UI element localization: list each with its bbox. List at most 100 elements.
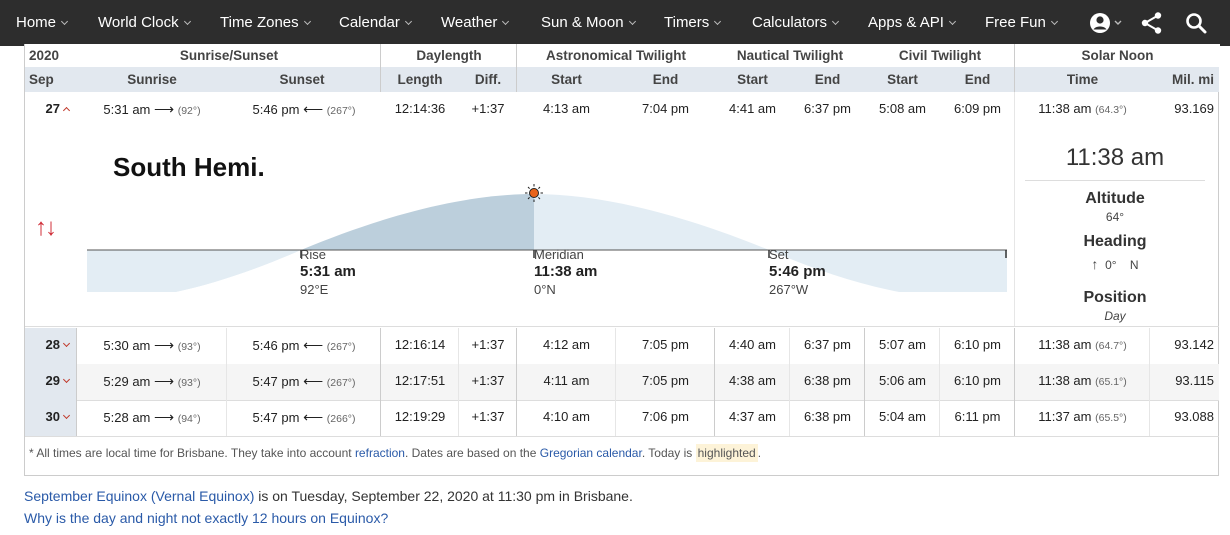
column-divider (226, 328, 227, 436)
sunrise-cell: 5:30 am ⟶ (93°) (77, 328, 227, 364)
equinox-sentence: September Equinox (Vernal Equinox) is on… (24, 488, 633, 504)
chevron-down-icon (628, 17, 636, 26)
noon-time: 11:38 am (1038, 373, 1092, 388)
nav-label: Sun & Moon (541, 14, 624, 31)
nav-calendar[interactable]: Calendar (339, 0, 412, 46)
gregorian-calendar-link[interactable]: Gregorian calendar (540, 446, 642, 460)
nav-label: Calculators (752, 14, 828, 31)
nav-label: World Clock (98, 14, 179, 31)
noon-time: 11:37 am (1038, 409, 1092, 424)
civil-start-cell: 5:06 am (879, 373, 926, 388)
chevron-down-icon (303, 17, 311, 26)
footnote-text: . Dates are based on the (404, 446, 540, 460)
chevron-down-icon (60, 17, 69, 26)
footnote-text: . Today is (641, 446, 696, 460)
nav-home[interactable]: Home (16, 0, 69, 46)
chevron-down-icon (831, 17, 840, 26)
nav-label: Calendar (339, 14, 400, 31)
chevron-down-icon (948, 17, 956, 26)
table-row[interactable]: 28 5:30 am ⟶ (93°) 5:46 pm ⟵ (267°) 12:1… (25, 328, 1220, 364)
table-header-group: 2020 Sunrise/Sunset Daylength Astronomic… (25, 44, 1220, 67)
nav-world-clock[interactable]: World Clock (98, 0, 191, 46)
arrow-right-icon: ⟶ (154, 337, 175, 353)
day-cell[interactable]: 30 (25, 400, 77, 436)
column-divider (1014, 328, 1015, 436)
share-icon (1141, 12, 1162, 34)
nav-label: Home (16, 14, 57, 31)
divider (1025, 180, 1205, 181)
column-divider (939, 328, 940, 436)
nav-free-fun[interactable]: Free Fun (985, 0, 1058, 46)
day-area-morning (301, 194, 534, 250)
rise-direction: 92°E (300, 282, 329, 297)
share-button[interactable] (1140, 11, 1164, 35)
meridian-label: Meridian (534, 247, 584, 262)
length-cell: 12:16:14 (394, 337, 446, 352)
astro-start-cell: 4:10 am (543, 409, 590, 424)
table-row[interactable]: 30 5:28 am ⟶ (94°) 5:47 pm ⟵ (266°) 12:1… (25, 400, 1220, 436)
day-cell[interactable]: 28 (25, 328, 77, 364)
sunrise-header: Sunrise (127, 72, 177, 87)
sunrise-azimuth: (93°) (177, 341, 201, 353)
account-button[interactable] (1088, 11, 1124, 35)
arrow-right-icon: ⟶ (154, 101, 175, 117)
table-row[interactable]: 29 5:29 am ⟶ (93°) 5:47 pm ⟵ (267°) 12:1… (25, 364, 1220, 400)
astro-start-cell: 4:12 am (543, 337, 590, 352)
heading-degrees: 0° (1105, 258, 1117, 272)
nautical-start-cell: 4:41 am (729, 101, 776, 116)
table-footnote: * All times are local time for Brisbane.… (25, 436, 1220, 475)
noon-altitude: (65.5°) (1095, 412, 1127, 424)
day-cell[interactable]: 27 (25, 92, 77, 128)
set-time: 5:46 pm (769, 263, 826, 280)
distance-cell: 93.088 (1174, 409, 1214, 424)
nav-calculators[interactable]: Calculators (752, 0, 840, 46)
nav-label: Apps & API (868, 14, 944, 31)
equinox-link[interactable]: September Equinox (Vernal Equinox) (24, 488, 254, 504)
nav-time-zones[interactable]: Time Zones (220, 0, 311, 46)
heading-value: ↑ 0° N (1025, 256, 1205, 272)
arrow-up-icon: ↑ (1091, 256, 1099, 272)
search-button[interactable] (1184, 11, 1208, 35)
arrow-left-icon: ⟵ (303, 373, 324, 389)
noon-altitude: (65.1°) (1095, 376, 1127, 388)
day-number: 27 (45, 101, 60, 116)
equinox-question-link[interactable]: Why is the day and night not exactly 12 … (24, 510, 388, 526)
nautical-end-cell: 6:38 pm (804, 373, 851, 388)
noon-time-header: Time (1066, 72, 1099, 87)
nav-weather[interactable]: Weather (441, 0, 510, 46)
user-icon (1090, 13, 1122, 33)
nav-apps-api[interactable]: Apps & API (868, 0, 956, 46)
civil-start-cell: 5:08 am (879, 101, 926, 116)
column-divider (76, 328, 77, 436)
column-divider (864, 328, 865, 436)
position-value: Day (1104, 309, 1126, 323)
astronomical-twilight-header: Astronomical Twilight (545, 48, 686, 63)
table-row-today[interactable]: 27 5:31 am ⟶ (92°) 5:46 pm ⟵ (267°) 12:1… (25, 92, 1220, 128)
nav-sun-moon[interactable]: Sun & Moon (541, 0, 636, 46)
set-label: Set (769, 247, 789, 262)
noon-time: 11:38 am (1038, 101, 1092, 116)
table-subheader: Sep Sunrise Sunset Length Diff. Start En… (25, 67, 1220, 92)
vertical-scrollbar[interactable] (1219, 46, 1230, 535)
diff-cell: +1:37 (471, 373, 505, 388)
column-divider (458, 328, 459, 436)
meridian-time: 11:38 am (534, 263, 598, 280)
length-header: Length (397, 72, 443, 87)
civil-end-cell: 6:10 pm (954, 373, 1001, 388)
civil-start-cell: 5:07 am (879, 337, 926, 352)
sunset-header: Sunset (279, 72, 325, 87)
sunset-time: 5:46 pm (252, 338, 300, 353)
nav-timers[interactable]: Timers (664, 0, 722, 46)
nautical-start-cell: 4:37 am (729, 409, 776, 424)
highlighted-sample: highlighted (695, 444, 758, 462)
day-cell[interactable]: 29 (25, 364, 77, 400)
altitude-value: 64° (1105, 210, 1125, 224)
refraction-link[interactable]: refraction (355, 446, 405, 460)
distance-cell: 93.115 (1175, 373, 1214, 388)
arrow-left-icon: ⟵ (303, 409, 324, 425)
civil-end-cell: 6:09 pm (954, 101, 1001, 116)
astro-end-cell: 7:05 pm (642, 337, 689, 352)
sunrise-cell: 5:31 am ⟶ (92°) (77, 92, 227, 128)
up-down-arrows-icon[interactable]: ↑↓ (35, 214, 57, 242)
sun-position-panel: 11:38 am Altitude 64° Heading ↑ 0° N Pos… (1025, 130, 1210, 326)
